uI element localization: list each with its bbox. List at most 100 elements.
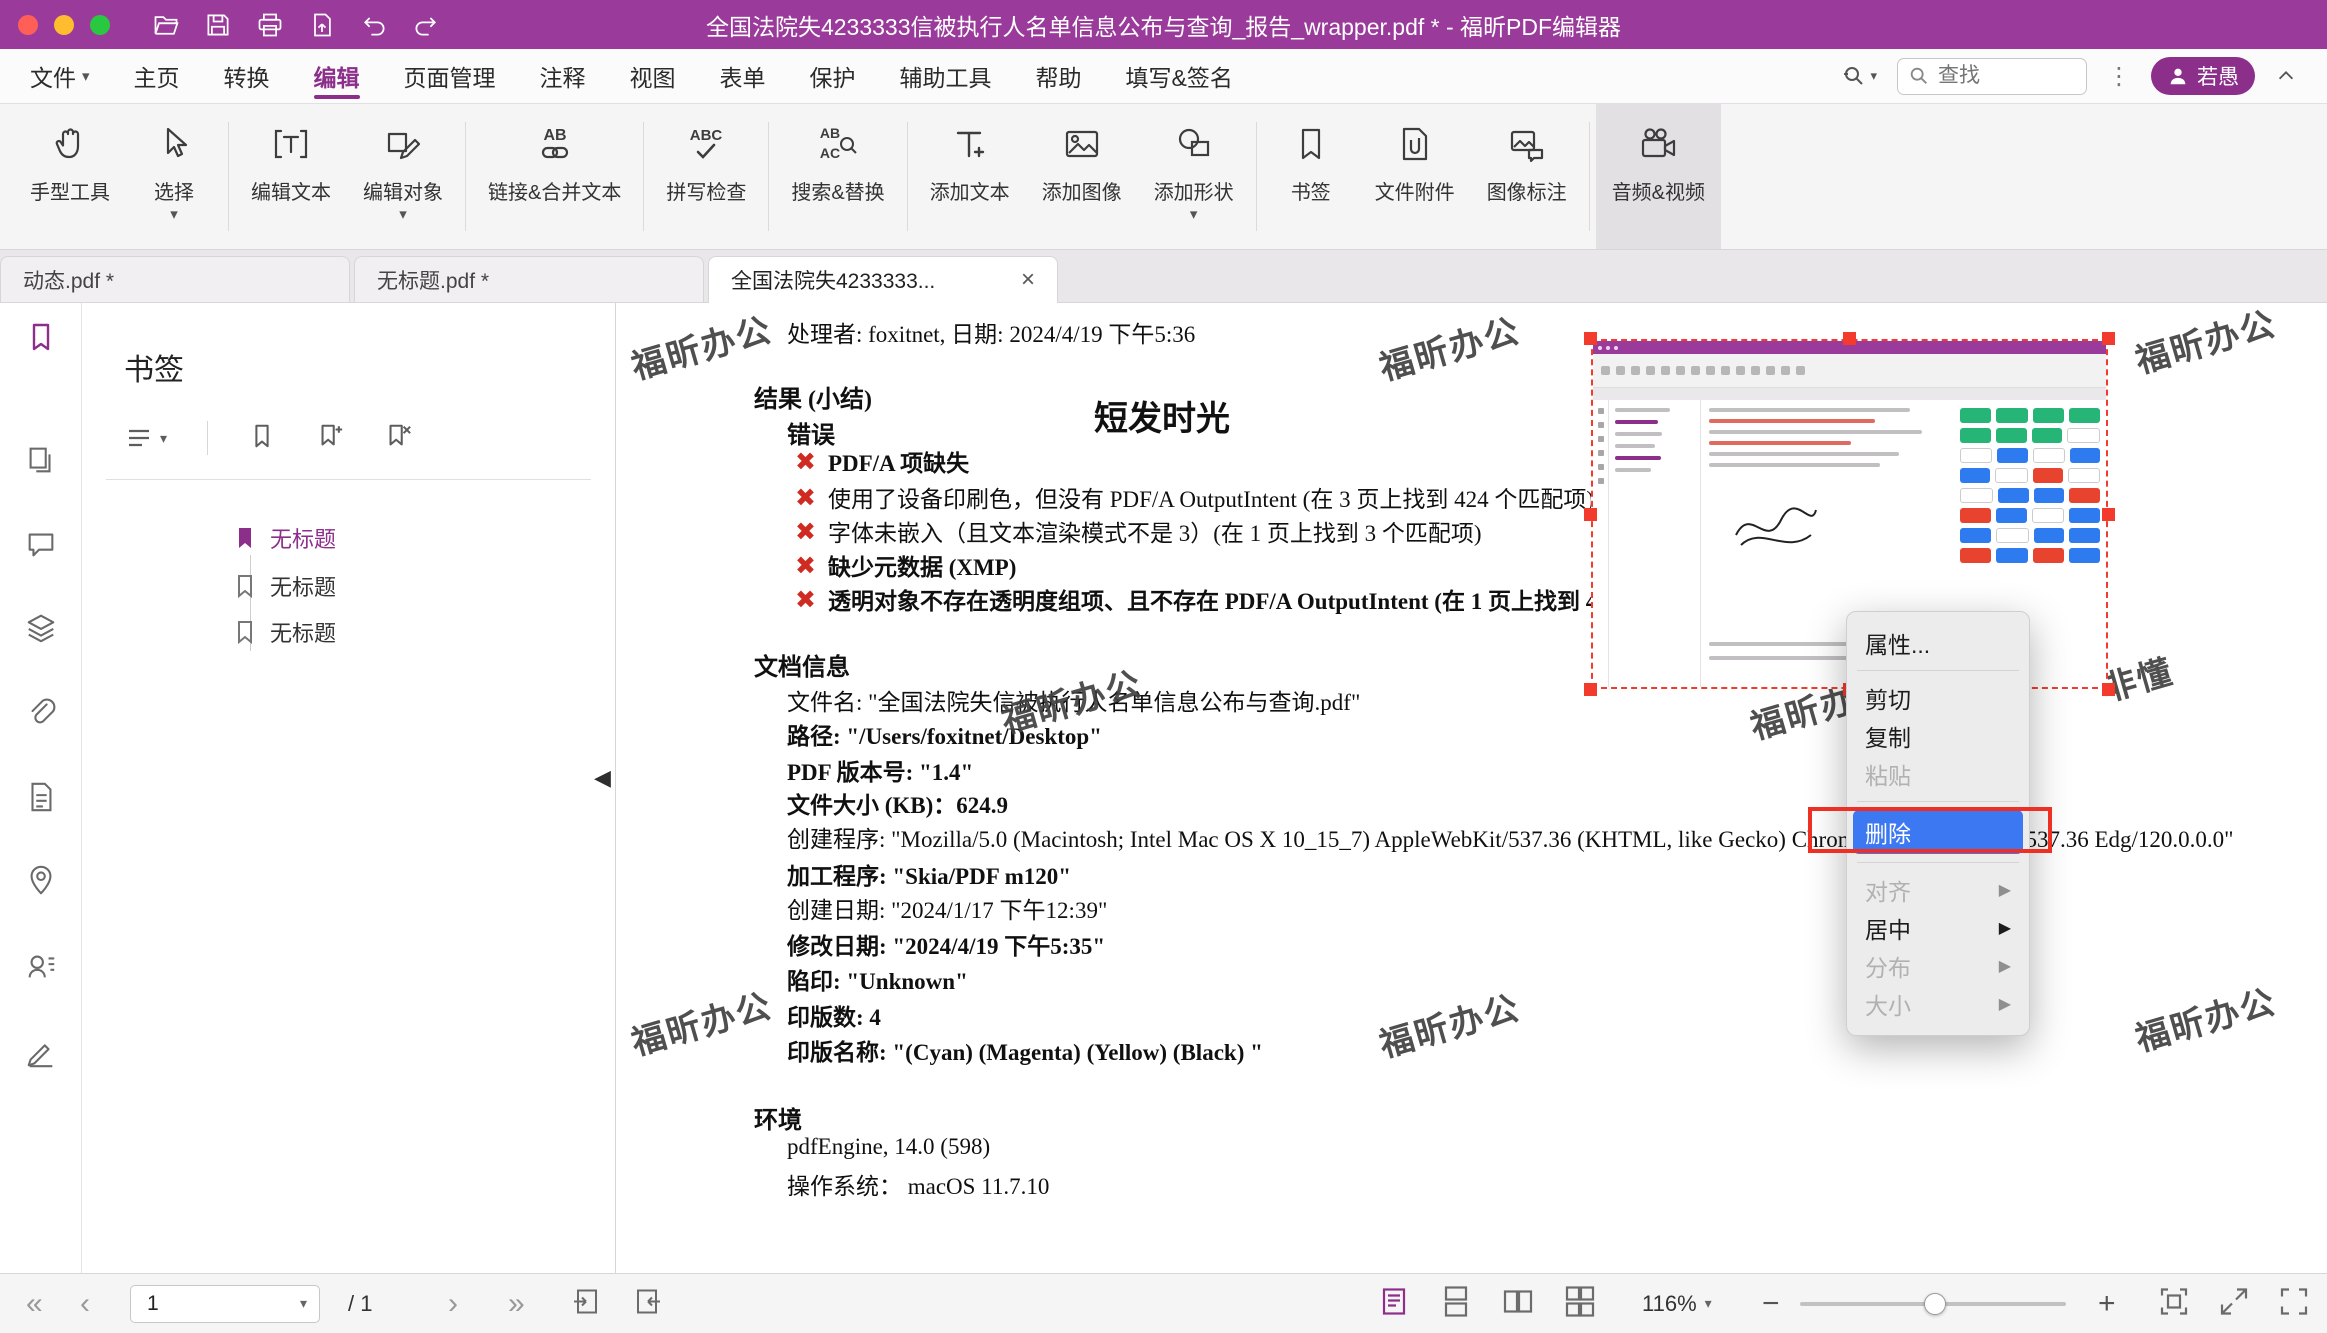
previous-view-icon[interactable] — [570, 1286, 600, 1321]
previous-page-button[interactable]: ‹ — [80, 1289, 90, 1319]
tool-add-shape[interactable]: 添加形状 ▾ — [1138, 104, 1250, 249]
docinfo-line: 加工程序: "Skia/PDF m120" — [787, 857, 1071, 891]
menu-item-properties[interactable]: 属性... — [1847, 624, 2029, 662]
search-toggle-icon[interactable]: ▾ — [1842, 64, 1877, 88]
user-account-chip[interactable]: 若愚 — [2151, 57, 2255, 95]
tool-audio-video[interactable]: 音频&视频 — [1596, 104, 1721, 249]
fit-page-icon[interactable] — [2158, 1285, 2190, 1322]
tool-select[interactable]: 选择 ▾ — [126, 104, 222, 249]
collapse-ribbon-icon[interactable] — [2275, 65, 2297, 87]
tool-search-replace[interactable]: ABAC 搜索&替换 — [775, 104, 900, 249]
tool-add-text[interactable]: 添加文本 — [914, 104, 1026, 249]
menu-view[interactable]: 视图 — [630, 49, 676, 103]
tool-edit-object[interactable]: 编辑对象 ▾ — [347, 104, 459, 249]
page-number-input[interactable] — [131, 1292, 251, 1316]
menu-file[interactable]: 文件▾ — [30, 49, 90, 103]
attachments-panel-icon[interactable] — [24, 695, 58, 734]
bookmark-item[interactable]: 无标题 — [232, 616, 336, 648]
close-tab-icon[interactable]: × — [1021, 266, 1035, 294]
next-view-icon[interactable] — [634, 1286, 664, 1321]
signature-panel-icon[interactable] — [24, 1035, 58, 1074]
tab-label: 全国法院失4233333... — [731, 265, 935, 295]
view-mode-continuous-icon[interactable] — [1440, 1285, 1472, 1322]
first-page-button[interactable]: « — [26, 1289, 43, 1319]
save-icon[interactable] — [204, 11, 232, 39]
tab-document-3[interactable]: 全国法院失4233333... × — [708, 256, 1058, 303]
menu-page-management[interactable]: 页面管理 — [404, 49, 496, 103]
more-options-icon[interactable]: ⋮ — [2107, 62, 2131, 91]
next-page-button[interactable]: › — [448, 1289, 458, 1319]
tool-label: 图像标注 — [1487, 176, 1567, 205]
tool-edit-text[interactable]: 编辑文本 — [235, 104, 347, 249]
menu-convert[interactable]: 转换 — [224, 49, 270, 103]
zoom-out-button[interactable]: − — [1762, 1289, 1780, 1319]
collapse-panel-handle[interactable]: ◀ — [594, 765, 611, 791]
selection-handle[interactable] — [2102, 683, 2115, 696]
export-icon[interactable] — [308, 11, 336, 39]
menu-fill-sign[interactable]: 填写&签名 — [1126, 49, 1233, 103]
zoom-in-button[interactable]: + — [2098, 1289, 2116, 1319]
comments-panel-icon[interactable] — [24, 527, 58, 566]
selection-handle[interactable] — [1584, 332, 1597, 345]
selection-handle[interactable] — [2102, 508, 2115, 521]
tool-file-attachment[interactable]: 文件附件 — [1359, 104, 1471, 249]
menu-edit[interactable]: 编辑 — [314, 49, 360, 103]
close-window-button[interactable] — [18, 15, 38, 35]
menu-help[interactable]: 帮助 — [1036, 49, 1082, 103]
tab-document-1[interactable]: 动态.pdf * — [0, 256, 350, 302]
minimize-window-button[interactable] — [54, 15, 74, 35]
tool-image-annotation[interactable]: 图像标注 — [1471, 104, 1583, 249]
menu-form[interactable]: 表单 — [720, 49, 766, 103]
bookmark-list-options-icon[interactable]: ▾ — [124, 423, 167, 453]
tool-link-join-text[interactable]: AB 链接&合并文本 — [472, 104, 637, 249]
layers-panel-icon[interactable] — [24, 611, 58, 650]
menu-home[interactable]: 主页 — [134, 49, 180, 103]
menu-protect[interactable]: 保护 — [810, 49, 856, 103]
ribbon-separator — [768, 122, 769, 231]
document-page[interactable]: 福昕办公 福昕办公 福昕办公 福昕办公 福昕办公 福昕办公 福昕办公 福昕办公 … — [616, 303, 2327, 1273]
print-icon[interactable] — [256, 11, 284, 39]
location-panel-icon[interactable] — [24, 863, 58, 902]
menu-item-cut[interactable]: 剪切 — [1847, 679, 2029, 717]
last-page-button[interactable]: » — [508, 1289, 525, 1319]
digital-id-panel-icon[interactable] — [24, 949, 58, 988]
zoom-level-dropdown[interactable]: 116%▾ — [1642, 1291, 1712, 1317]
search-input[interactable] — [1938, 64, 2068, 88]
expand-bookmark-icon[interactable] — [248, 422, 276, 455]
redo-icon[interactable] — [412, 11, 440, 39]
chevron-down-icon[interactable]: ▾ — [300, 1295, 307, 1312]
open-file-icon[interactable] — [152, 11, 180, 39]
selection-handle[interactable] — [2102, 332, 2115, 345]
selection-handle[interactable] — [1584, 683, 1597, 696]
zoom-slider-knob[interactable] — [1924, 1293, 1946, 1315]
menu-comment[interactable]: 注释 — [540, 49, 586, 103]
fullscreen-icon[interactable] — [2278, 1285, 2310, 1322]
hand-tool-icon — [48, 118, 92, 170]
tool-spell-check[interactable]: ABC 拼写检查 — [650, 104, 762, 249]
bookmark-item[interactable]: 无标题 — [232, 522, 336, 554]
navigation-icon-strip — [0, 303, 82, 1273]
delete-bookmark-icon[interactable] — [384, 422, 412, 455]
expand-view-icon[interactable] — [2218, 1285, 2250, 1322]
pages-panel-icon[interactable] — [24, 443, 58, 482]
bookmarks-panel-icon[interactable] — [23, 319, 59, 360]
tab-document-2[interactable]: 无标题.pdf * — [354, 256, 704, 302]
bookmark-item[interactable]: 无标题 — [232, 570, 336, 602]
selection-handle[interactable] — [1584, 508, 1597, 521]
view-mode-facing-icon[interactable] — [1502, 1285, 1534, 1322]
undo-icon[interactable] — [360, 11, 388, 39]
selection-handle[interactable] — [1843, 332, 1856, 345]
menu-item-copy[interactable]: 复制 — [1847, 717, 2029, 755]
menu-accessibility[interactable]: 辅助工具 — [900, 49, 992, 103]
document-tabbar: 动态.pdf * 无标题.pdf * 全国法院失4233333... × — [0, 250, 2327, 303]
tool-bookmark[interactable]: 书签 — [1263, 104, 1359, 249]
menu-item-center[interactable]: 居中▶ — [1847, 909, 2029, 947]
result-heading: 结果 (小结) — [754, 379, 872, 414]
tool-add-image[interactable]: 添加图像 — [1026, 104, 1138, 249]
tool-hand[interactable]: 手型工具 — [14, 104, 126, 249]
view-mode-facing-continuous-icon[interactable] — [1564, 1285, 1596, 1322]
zoom-window-button[interactable] — [90, 15, 110, 35]
view-mode-single-icon[interactable] — [1378, 1285, 1410, 1322]
add-bookmark-icon[interactable] — [316, 422, 344, 455]
destinations-panel-icon[interactable] — [24, 780, 58, 819]
